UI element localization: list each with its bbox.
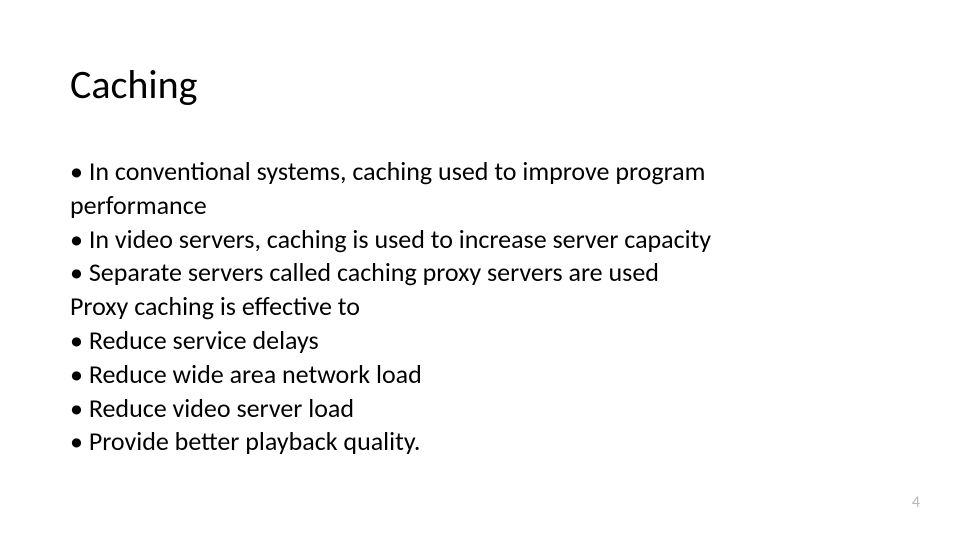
content-line: • Provide better playback quality. (70, 425, 880, 459)
content-line: performance (70, 189, 880, 223)
slide-container: Caching • In conventional systems, cachi… (0, 0, 960, 540)
content-line: • In conventional systems, caching used … (70, 155, 880, 189)
slide-content: • In conventional systems, caching used … (70, 155, 880, 459)
page-number: 4 (912, 493, 920, 512)
content-line: • In video servers, caching is used to i… (70, 223, 880, 257)
content-line: • Separate servers called caching proxy … (70, 256, 880, 290)
content-line: • Reduce video server load (70, 392, 880, 426)
content-line: • Reduce service delays (70, 324, 880, 358)
slide-title: Caching (70, 60, 880, 109)
content-line: • Reduce wide area network load (70, 358, 880, 392)
content-line: Proxy caching is effective to (70, 290, 880, 324)
